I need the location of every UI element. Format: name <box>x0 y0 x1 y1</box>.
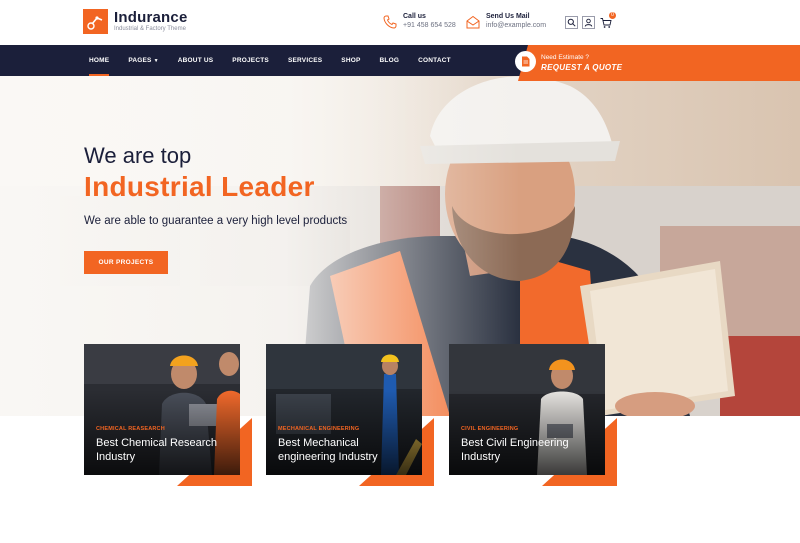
hero-subtitle: We are top <box>84 143 192 168</box>
nav-item-shop[interactable]: SHOP <box>341 45 360 76</box>
card-category: MECHANICAL ENGINEERING <box>278 426 360 432</box>
mail-label: Send Us Mail <box>486 13 530 20</box>
request-quote-link[interactable]: REQUEST A QUOTE <box>541 63 622 72</box>
card-title[interactable]: Best Mechanical engineering Industry <box>278 436 418 464</box>
hero-description: We are able to guarantee a very high lev… <box>84 215 348 227</box>
contact-mail[interactable]: Send Us Mail info@example.com <box>466 13 546 31</box>
card-title[interactable]: Best Chemical Research Industry <box>96 436 236 464</box>
user-icon <box>584 18 593 27</box>
brand-tagline: Industrial & Factory Theme <box>114 25 186 32</box>
hero-title: Industrial Leader <box>84 171 315 202</box>
hero-overlay <box>0 76 520 416</box>
our-projects-button[interactable]: OUR PROJECTS <box>84 251 168 274</box>
cart-count-badge: 0 <box>609 12 616 19</box>
nav-item-about-us[interactable]: ABOUT US <box>178 45 214 76</box>
mail-icon <box>466 15 480 29</box>
nav-item-services[interactable]: SERVICES <box>288 45 322 76</box>
nav-item-pages-label: PAGES <box>128 57 152 64</box>
card-category: CHEMICAL REASEARCH <box>96 426 165 432</box>
call-label: Call us <box>403 13 426 20</box>
service-card-chemical[interactable]: CHEMICAL REASEARCH Best Chemical Researc… <box>84 344 240 475</box>
phone-icon <box>383 15 397 29</box>
call-value: +91 458 654 528 <box>403 22 456 29</box>
card-category: CIVIL ENGINEERING <box>461 426 519 432</box>
cart-button[interactable]: 0 <box>599 12 616 29</box>
nav-item-home[interactable]: HOME <box>89 45 110 76</box>
logo[interactable]: Indurance Industrial & Factory Theme <box>83 9 187 34</box>
search-button[interactable] <box>565 16 578 29</box>
brand-name: Indurance <box>114 8 188 26</box>
top-bar: Indurance Industrial & Factory Theme Cal… <box>0 0 800 45</box>
card-title[interactable]: Best Civil Engineering Industry <box>461 436 601 464</box>
nav-item-pages[interactable]: PAGES ▼ <box>128 45 158 76</box>
service-card-mechanical[interactable]: MECHANICAL ENGINEERING Best Mechanical e… <box>266 344 422 475</box>
nav-item-blog[interactable]: BLOG <box>380 45 400 76</box>
search-icon <box>567 18 576 27</box>
account-button[interactable] <box>582 16 595 29</box>
quote-caption: Need Estimate ? <box>541 54 590 61</box>
document-icon <box>522 56 530 67</box>
mail-value: info@example.com <box>486 22 547 29</box>
nav-item-projects[interactable]: PROJECTS <box>232 45 269 76</box>
header-tools: 0 <box>565 12 616 29</box>
service-card-civil[interactable]: CIVIL ENGINEERING Best Civil Engineering… <box>449 344 605 475</box>
nav-item-contact[interactable]: CONTACT <box>418 45 451 76</box>
chevron-down-icon: ▼ <box>153 58 159 64</box>
robot-arm-icon <box>83 9 108 34</box>
quote-badge[interactable] <box>515 51 536 72</box>
contact-call[interactable]: Call us +91 458 654 528 <box>383 13 456 31</box>
